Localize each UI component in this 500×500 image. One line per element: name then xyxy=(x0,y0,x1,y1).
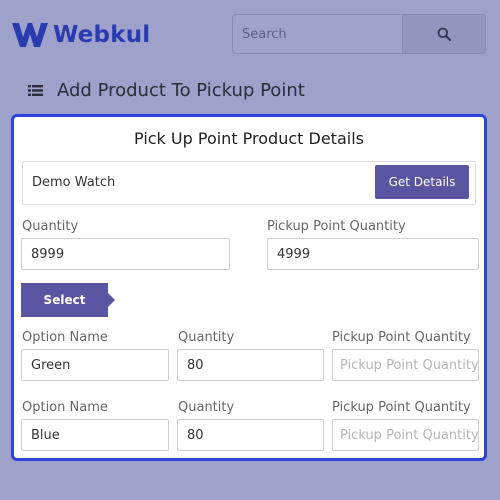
quantity-input[interactable] xyxy=(21,238,230,270)
search-icon xyxy=(437,27,451,41)
select-button[interactable]: Select xyxy=(21,283,115,317)
panel-title: Pick Up Point Product Details xyxy=(134,129,364,148)
search-input[interactable] xyxy=(233,15,402,53)
option-name-input-green[interactable] xyxy=(21,349,169,381)
webkul-logo-icon xyxy=(12,23,48,47)
search-button[interactable] xyxy=(402,15,485,53)
search-box xyxy=(232,14,486,54)
webkul-logo[interactable]: Webkul xyxy=(12,21,150,49)
list-icon xyxy=(28,85,43,96)
option-name-label: Option Name xyxy=(22,400,108,415)
option-quantity-label: Quantity xyxy=(178,330,235,345)
option-name-input-blue[interactable] xyxy=(21,419,169,451)
product-name: Demo Watch xyxy=(32,175,116,190)
option-quantity-label: Quantity xyxy=(178,400,235,415)
get-details-button[interactable]: Get Details xyxy=(375,165,469,199)
logo-text: Webkul xyxy=(53,22,151,48)
product-row: Demo Watch Get Details xyxy=(22,161,476,205)
option-pickup-quantity-input-green[interactable] xyxy=(332,349,479,381)
option-quantity-input-green[interactable] xyxy=(177,349,324,381)
option-pickup-quantity-label: Pickup Point Quantity xyxy=(332,330,471,345)
top-header: Webkul xyxy=(0,0,500,70)
page-title: Add Product To Pickup Point xyxy=(57,80,305,101)
option-name-label: Option Name xyxy=(22,330,108,345)
quantity-label: Quantity xyxy=(22,219,79,234)
pickup-quantity-input[interactable] xyxy=(267,238,479,270)
page-title-row: Add Product To Pickup Point xyxy=(28,80,305,101)
pickup-product-panel: Pick Up Point Product Details Demo Watch… xyxy=(11,114,487,461)
pickup-quantity-label: Pickup Point Quantity xyxy=(267,219,406,234)
option-quantity-input-blue[interactable] xyxy=(177,419,324,451)
option-pickup-quantity-label: Pickup Point Quantity xyxy=(332,400,471,415)
option-pickup-quantity-input-blue[interactable] xyxy=(332,419,479,451)
